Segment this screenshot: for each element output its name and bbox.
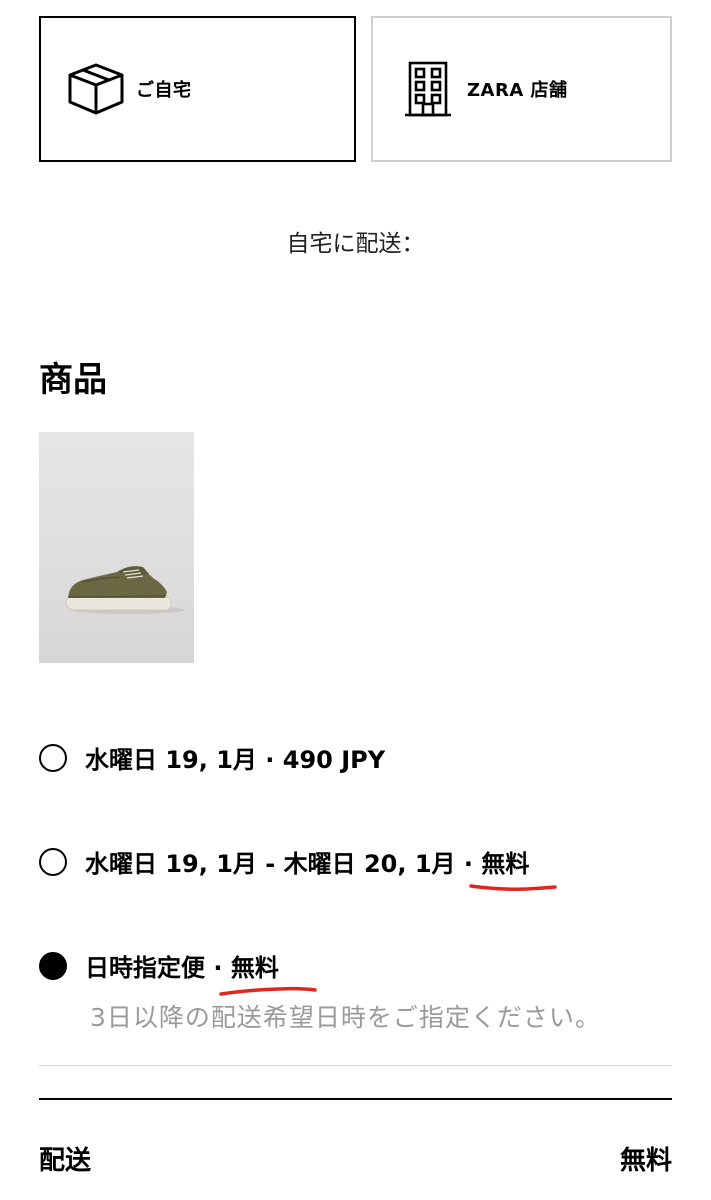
shipping-page: ご自宅 ZARA 店舗 自宅に配送： 商品 水曜日 19, 1月 · 490 J… xyxy=(0,0,711,1200)
home-delivery-tab[interactable]: ご自宅 xyxy=(39,16,356,162)
red-underline-mark xyxy=(469,884,558,891)
red-underline-mark xyxy=(219,986,317,996)
shipping-option-label: 水曜日 19, 1月 - 木曜日 20, 1月 · 無料 xyxy=(85,844,558,891)
store-building-icon xyxy=(403,59,453,119)
ship-to-label: 自宅に配送： xyxy=(286,231,425,257)
shipping-summary-value: 無料 xyxy=(619,1146,672,1176)
products-section-title: 商品 xyxy=(39,360,107,400)
box-icon xyxy=(66,59,126,119)
shipping-summary-label: 配送 xyxy=(39,1146,92,1176)
shipping-option-label: 水曜日 19, 1月 · 490 JPY xyxy=(85,746,386,774)
scheduled-delivery-note: 3日以降の配送希望日時をご指定ください。 xyxy=(90,1003,601,1032)
shipping-option-label: 日時指定便 · 無料 xyxy=(85,948,317,996)
home-delivery-label: ご自宅 xyxy=(136,80,192,101)
shipping-option-free-range[interactable]: 水曜日 19, 1月 - 木曜日 20, 1月 · 無料 xyxy=(39,844,558,891)
shipping-option-dates: 水曜日 19, 1月 - 木曜日 20, 1月 · xyxy=(85,850,482,878)
divider xyxy=(39,1065,672,1066)
shipping-option-standard[interactable]: 水曜日 19, 1月 · 490 JPY xyxy=(39,740,385,775)
product-thumbnail[interactable] xyxy=(39,432,194,663)
summary-divider xyxy=(39,1098,672,1100)
free-highlight: 無料 xyxy=(469,844,558,891)
shipping-option-scheduled[interactable]: 日時指定便 · 無料 xyxy=(39,948,317,996)
radio-unchecked[interactable] xyxy=(39,743,67,772)
sneaker-image xyxy=(65,566,185,614)
store-pickup-tab[interactable]: ZARA 店舗 xyxy=(371,16,672,162)
free-text: 無料 xyxy=(481,850,530,878)
radio-checked[interactable] xyxy=(39,951,67,980)
shipping-option-scheduled-name: 日時指定便 · xyxy=(85,954,231,982)
store-pickup-label: ZARA 店舗 xyxy=(467,80,568,101)
free-highlight: 無料 xyxy=(219,948,317,996)
free-text: 無料 xyxy=(230,954,279,982)
radio-unchecked[interactable] xyxy=(39,847,67,876)
